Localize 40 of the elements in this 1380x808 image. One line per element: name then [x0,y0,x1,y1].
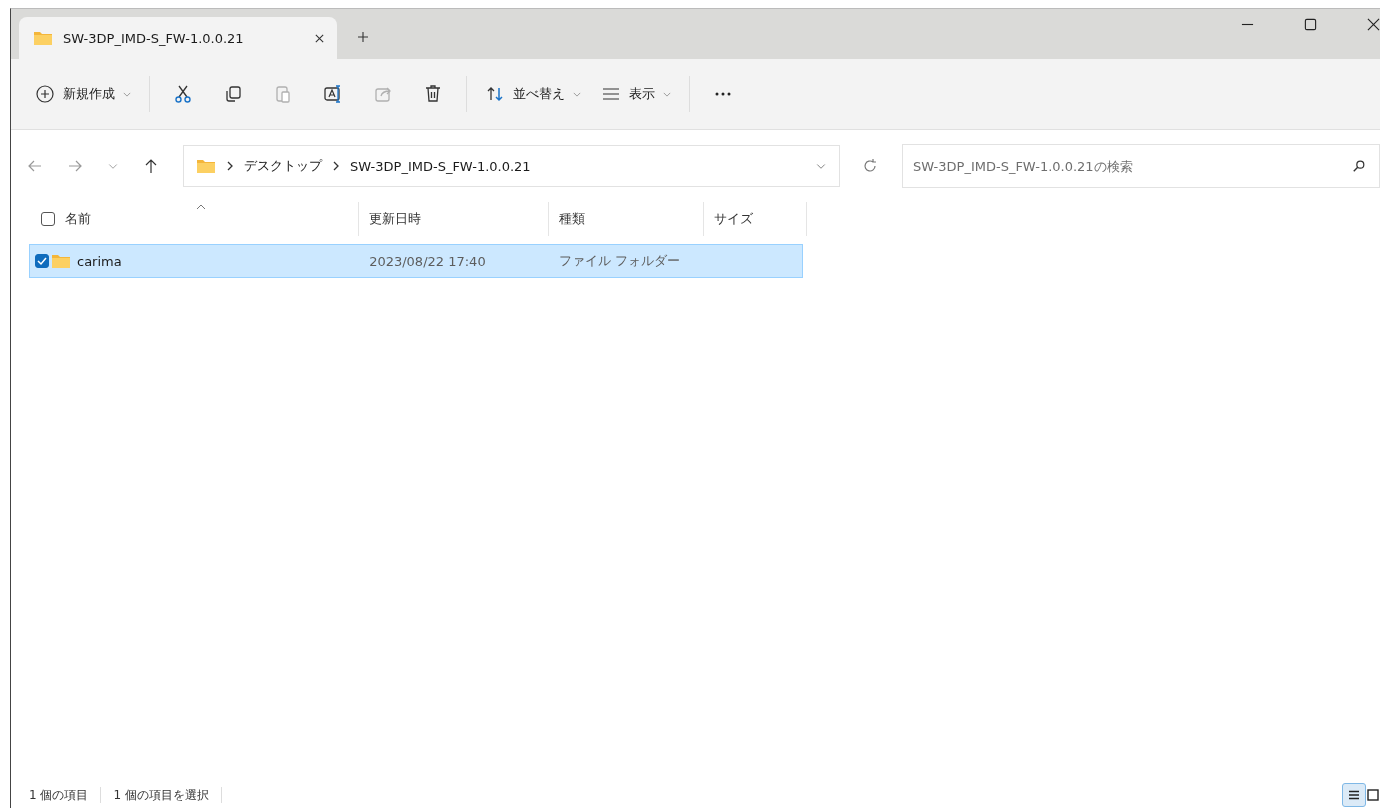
new-tab-icon[interactable] [357,31,369,43]
window-tab[interactable]: SW-3DP_IMD-S_FW-1.0.0.21 [19,17,337,59]
plus-circle-icon [35,84,55,104]
new-button[interactable]: 新規作成 [25,76,141,112]
chevron-down-icon [663,91,671,97]
chevron-down-icon [573,91,581,97]
column-header[interactable]: 種類 [559,210,585,228]
status-text: 1 個の項目を選択 [113,786,209,804]
folder-icon [51,253,71,269]
row-checkbox[interactable] [35,254,49,268]
forward-icon[interactable] [67,158,83,174]
chevron-right-icon [332,161,340,171]
file-row[interactable]: carima 2023/08/22 17:40 ファイル フォルダー [29,244,803,278]
file-type: ファイル フォルダー [558,252,680,270]
folder-icon [196,158,216,174]
folder-icon [33,30,53,46]
chevron-right-icon [226,161,234,171]
modified-date: 2023/08/22 17:40 [369,253,486,269]
address-bar[interactable]: デスクトップ SW-3DP_IMD-S_FW-1.0.0.21 [183,145,840,187]
search-field[interactable]: SW-3DP_IMD-S_FW-1.0.0.21の検索 [902,144,1380,188]
status-text: 1 個の項目 [29,786,89,804]
search-icon [1352,159,1366,173]
sort-button[interactable]: 並べ替え [475,76,591,112]
file-name: carima [77,253,122,269]
sort-caret-icon [196,204,206,210]
column-header[interactable]: 更新日時 [369,210,421,228]
select-all-checkbox[interactable] [41,212,55,226]
chevron-down-icon [123,91,131,97]
close-icon[interactable] [1367,18,1380,31]
close-icon[interactable] [314,32,325,44]
refresh-icon[interactable] [862,158,878,174]
back-icon[interactable] [27,158,43,174]
column-header[interactable]: 名前 [65,210,91,228]
up-icon[interactable] [143,158,159,174]
maximize-icon[interactable] [1304,18,1317,31]
view-button[interactable]: 表示 [591,76,681,112]
breadcrumb[interactable]: SW-3DP_IMD-S_FW-1.0.0.21 [350,158,531,174]
breadcrumb[interactable]: デスクトップ [244,157,322,175]
column-header[interactable]: サイズ [714,210,753,228]
details-view-icon[interactable] [1342,783,1366,807]
